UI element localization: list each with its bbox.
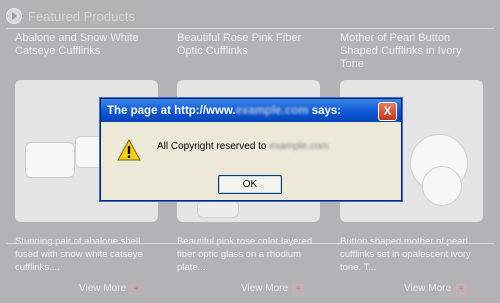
- view-more-link[interactable]: View More +: [79, 283, 142, 294]
- dialog-title-suffix: says:: [308, 104, 342, 117]
- ok-button[interactable]: OK: [218, 175, 282, 194]
- view-more-link[interactable]: View More +: [241, 283, 304, 294]
- bottom-divider: [6, 243, 494, 244]
- view-more-label: View More: [241, 283, 289, 294]
- product-description: Stunning pair of abalone shell fused wit…: [15, 236, 143, 273]
- close-button[interactable]: X: [378, 102, 397, 121]
- plus-icon: +: [456, 283, 467, 294]
- product-card: Beautiful Rose Pink Fiber Optic Cufflink…: [177, 32, 320, 294]
- product-description: Beautiful pink rose color layered fiber …: [177, 236, 313, 273]
- section-header: Featured Products: [6, 6, 135, 26]
- dialog-title-prefix: The page at http://www.: [107, 104, 236, 117]
- warning-icon: [117, 139, 141, 161]
- arrow-bullet-icon: [6, 8, 22, 24]
- redacted-site-name: example.com: [269, 141, 329, 152]
- product-title[interactable]: Abalone and Snow White Catseye Cufflinks: [15, 32, 158, 76]
- view-more-label: View More: [79, 283, 127, 294]
- product-description: Button shaped mother of pearl cufflinks …: [340, 236, 471, 273]
- product-title[interactable]: Beautiful Rose Pink Fiber Optic Cufflink…: [177, 32, 320, 76]
- alert-dialog: The page at http://www.example.com says:…: [100, 98, 402, 201]
- view-more-label: View More: [404, 283, 452, 294]
- product-card: Mother of Pearl Button Shaped Cufflinks …: [340, 32, 483, 294]
- top-divider: [6, 28, 494, 29]
- dialog-message-prefix: All Copyright reserved to: [157, 141, 270, 152]
- plus-icon: +: [293, 283, 304, 294]
- view-more-link[interactable]: View More +: [404, 283, 467, 294]
- dialog-message: All Copyright reserved to example.com: [157, 141, 329, 152]
- redacted-domain: example.com: [235, 104, 309, 117]
- product-title[interactable]: Mother of Pearl Button Shaped Cufflinks …: [340, 32, 483, 76]
- dialog-body: All Copyright reserved to example.com OK: [101, 123, 401, 200]
- section-title: Featured Products: [28, 8, 135, 24]
- dialog-title: The page at http://www.example.com says:: [107, 105, 341, 117]
- product-card: Abalone and Snow White Catseye Cufflinks…: [15, 32, 158, 294]
- dialog-titlebar[interactable]: The page at http://www.example.com says:…: [101, 99, 401, 122]
- plus-icon: +: [131, 283, 142, 294]
